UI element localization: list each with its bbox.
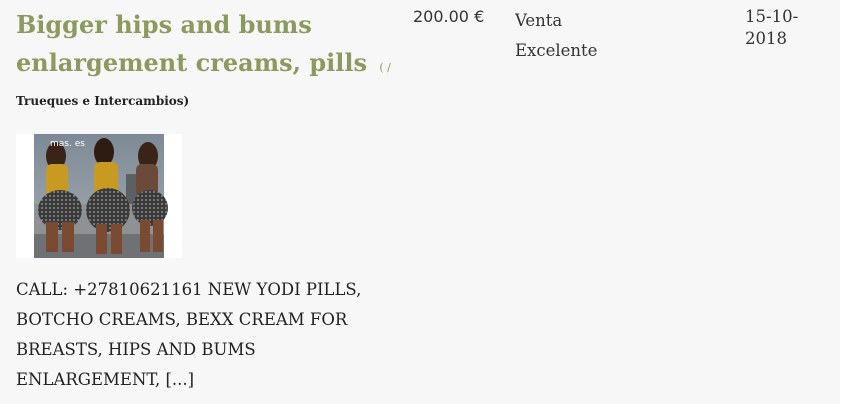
listing-row: Bigger hips and bums enlargement creams,… — [0, 0, 840, 404]
listing-photo: mas. es — [34, 134, 168, 258]
listing-date: 15-10-2018 — [745, 7, 799, 48]
listing-category[interactable]: Trueques e Intercambios) — [16, 87, 396, 115]
listing-type-block: Venta Excelente — [515, 6, 597, 66]
category-open: ( / — [379, 61, 391, 74]
listing-title-link[interactable]: Bigger hips and bums enlargement creams,… — [16, 10, 367, 77]
listing-title: Bigger hips and bums enlargement creams,… — [16, 6, 396, 87]
listing-price: 200.00 € — [413, 7, 485, 26]
listing-main: Bigger hips and bums enlargement creams,… — [16, 6, 396, 115]
listing-description: CALL: +27810621161 NEW YODI PILLS, BOTCH… — [16, 280, 362, 389]
listing-condition: Excelente — [515, 41, 598, 60]
photo-watermark: mas. es — [50, 139, 85, 149]
listing-type: Venta — [515, 11, 563, 30]
listing-thumbnail[interactable]: mas. es — [16, 134, 182, 258]
